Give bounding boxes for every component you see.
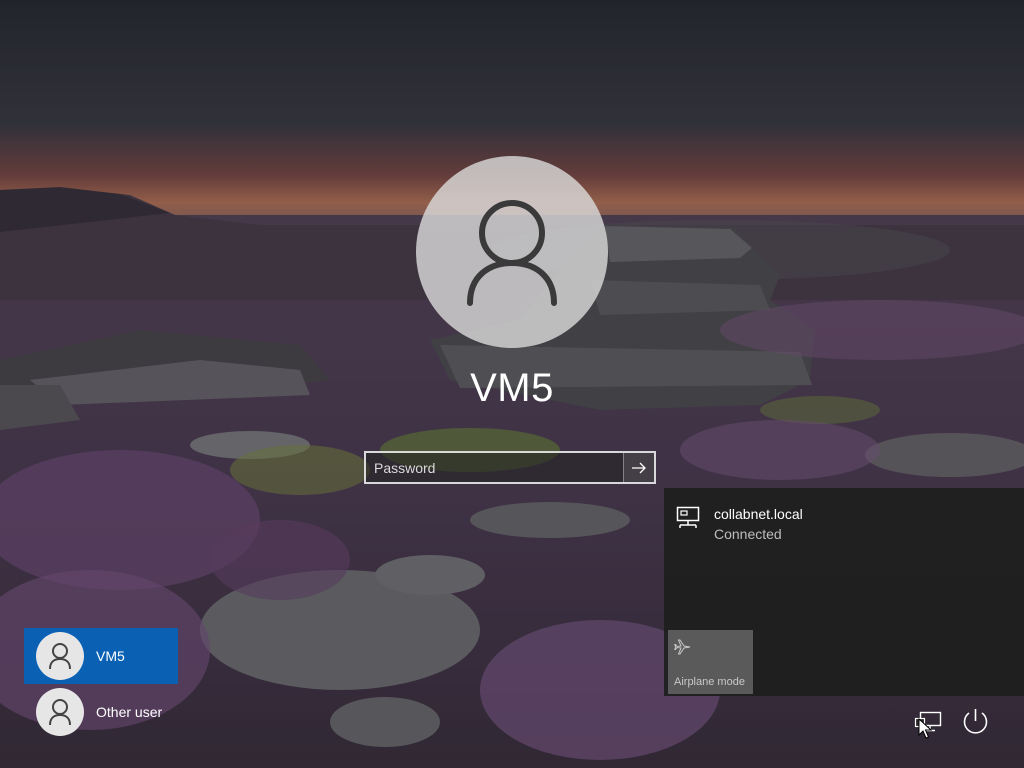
user-icon [49,643,71,670]
user-name: VM5 [470,366,554,410]
network-status: Connected [714,526,782,542]
password-input[interactable] [366,453,623,482]
airplane-mode-toggle[interactable]: Airplane mode [668,630,753,694]
lock-screen: VM5 VM5 Other user collabnet.local Conne… [0,0,1024,768]
power-icon [963,709,988,734]
user-icon [49,699,71,726]
ethernet-icon [676,506,700,528]
user-icon [467,200,557,306]
arrow-right-icon [632,462,646,473]
password-field[interactable] [364,451,656,484]
airplane-icon [674,639,691,655]
network-flyout: collabnet.local Connected Airplane mode [664,488,1024,696]
user-tile-label: VM5 [96,648,125,664]
user-tile-vm5[interactable]: VM5 [24,628,178,684]
power-button[interactable] [956,704,994,740]
user-tile-other-user[interactable]: Other user [24,684,178,740]
network-name: collabnet.local [714,506,803,522]
network-item-collabnet[interactable]: collabnet.local Connected [676,504,976,548]
submit-button[interactable] [623,453,654,482]
airplane-mode-label: Airplane mode [674,676,745,688]
avatar [36,688,84,736]
mouse-cursor-icon [918,718,932,739]
user-tile-label: Other user [96,704,163,720]
user-avatar [416,156,608,348]
avatar [36,632,84,680]
